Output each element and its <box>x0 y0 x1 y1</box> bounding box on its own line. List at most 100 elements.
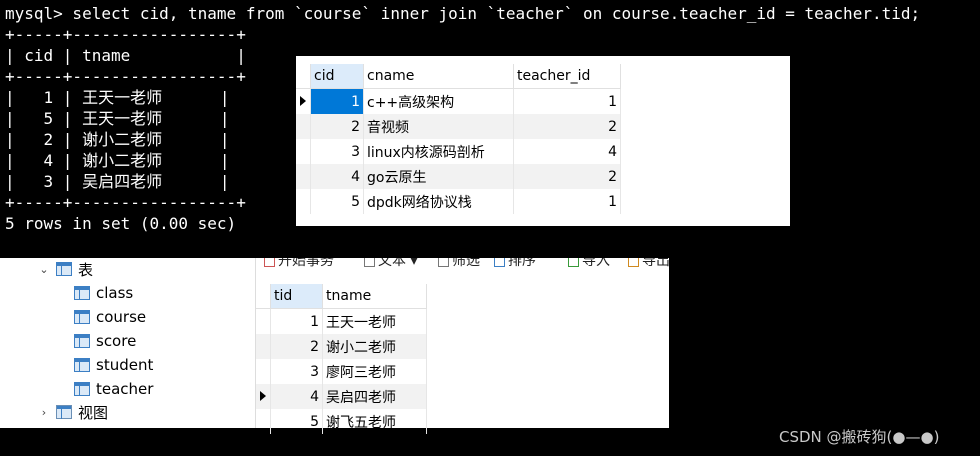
cell-tname[interactable]: 廖阿三老师 <box>322 359 427 384</box>
cell-tname[interactable]: 吴启四老师 <box>322 384 427 409</box>
tree-group-label: 视图 <box>78 403 109 422</box>
cell-cid[interactable]: 3 <box>310 139 364 164</box>
cell-teacher-id[interactable]: 4 <box>513 139 621 164</box>
teacher-table: tid tname 1 王天一老师 2 谢小二老师 3 廖阿三老师 4 吴启四老… <box>256 284 427 434</box>
cell-tid[interactable]: 3 <box>270 359 323 384</box>
object-tree: ⌄ 表 class course score student teacher ›… <box>0 258 255 428</box>
terminal-line-row: | 5 | 王天一老师 | <box>5 109 230 128</box>
cell-cid[interactable]: 4 <box>310 164 364 189</box>
terminal-line-header: | cid | tname | <box>5 46 246 65</box>
cell-cid[interactable]: 1 <box>310 88 364 114</box>
cell-cid[interactable]: 5 <box>310 189 364 214</box>
cell-teacher-id[interactable]: 1 <box>513 88 621 114</box>
filter-button[interactable]: 筛选 <box>438 258 480 270</box>
table-row[interactable]: 3 linux内核源码剖析 4 <box>296 139 621 164</box>
begin-transaction-button[interactable]: 开始事务 <box>264 258 334 270</box>
chevron-right-icon[interactable]: › <box>38 406 50 419</box>
row-indicator[interactable] <box>256 359 271 384</box>
terminal-line-summary: 5 rows in set (0.00 sec) <box>5 214 237 233</box>
tree-item-course[interactable]: course <box>74 306 146 328</box>
column-header-cid[interactable]: cid <box>310 64 364 89</box>
cell-teacher-id[interactable]: 2 <box>513 164 621 189</box>
row-indicator[interactable] <box>256 308 271 334</box>
tree-item-label: student <box>96 356 154 374</box>
tree-item-teacher[interactable]: teacher <box>74 378 153 400</box>
tree-item-student[interactable]: student <box>74 354 153 376</box>
button-label: 筛选 <box>452 258 480 269</box>
tree-item-label: class <box>96 284 134 302</box>
import-button[interactable]: 导入 <box>568 258 610 270</box>
cell-tid[interactable]: 2 <box>270 334 323 359</box>
table-icon <box>56 262 72 276</box>
row-indicator[interactable] <box>296 139 311 164</box>
chevron-down-icon[interactable]: ⌄ <box>38 263 50 276</box>
cell-cname[interactable]: go云原生 <box>363 164 514 189</box>
row-indicator[interactable] <box>296 114 311 139</box>
button-label: 排序 <box>508 258 536 269</box>
button-label: 文本 <box>378 258 406 269</box>
text-button[interactable]: 文本 ▾ <box>364 258 417 270</box>
terminal-line-query: mysql> select cid, tname from `course` i… <box>5 4 921 23</box>
sort-button[interactable]: 排序 <box>494 258 536 270</box>
button-label: 开始事务 <box>278 258 334 269</box>
row-indicator[interactable] <box>296 88 311 114</box>
terminal-line-row: | 4 | 谢小二老师 | <box>5 151 230 170</box>
table-row[interactable]: 2 谢小二老师 <box>256 334 427 359</box>
export-button[interactable]: 导出 <box>628 258 669 270</box>
column-header-tname[interactable]: tname <box>322 284 427 309</box>
export-icon <box>628 258 639 267</box>
table-row[interactable]: 5 dpdk网络协议栈 1 <box>296 189 621 214</box>
row-indicator[interactable] <box>296 189 311 214</box>
column-header-tid[interactable]: tid <box>270 284 323 309</box>
table-icon <box>74 286 90 300</box>
tree-item-score[interactable]: score <box>74 330 136 352</box>
tree-group-views[interactable]: › 视图 <box>38 401 108 423</box>
cell-cname[interactable]: 音视频 <box>363 114 514 139</box>
transaction-icon <box>264 258 275 267</box>
column-header-teacher-id[interactable]: teacher_id <box>513 64 621 89</box>
column-header-cname[interactable]: cname <box>363 64 514 89</box>
cell-cname[interactable]: linux内核源码剖析 <box>363 139 514 164</box>
row-indicator[interactable] <box>256 384 271 409</box>
table-icon <box>74 358 90 372</box>
button-label: 导入 <box>582 258 610 269</box>
row-header-corner <box>296 64 311 89</box>
table-icon <box>74 310 90 324</box>
table-row[interactable]: 5 谢飞五老师 <box>256 409 427 434</box>
terminal-line-row: | 3 | 吴启四老师 | <box>5 172 230 191</box>
button-label: 导出 <box>642 258 669 269</box>
row-indicator[interactable] <box>256 409 271 434</box>
table-icon <box>74 382 90 396</box>
row-header-corner <box>256 284 271 309</box>
table-row[interactable]: 1 c++高级架构 1 <box>296 88 621 114</box>
row-indicator[interactable] <box>256 334 271 359</box>
cell-cname[interactable]: dpdk网络协议栈 <box>363 189 514 214</box>
table-row[interactable]: 4 go云原生 2 <box>296 164 621 189</box>
table-row[interactable]: 2 音视频 2 <box>296 114 621 139</box>
table-row[interactable]: 3 廖阿三老师 <box>256 359 427 384</box>
tree-group-label: 表 <box>78 260 94 279</box>
table-row[interactable]: 4 吴启四老师 <box>256 384 427 409</box>
cell-tname[interactable]: 谢飞五老师 <box>322 409 427 434</box>
table-row[interactable]: 1 王天一老师 <box>256 308 427 334</box>
watermark: CSDN @搬砖狗(●—●) <box>779 428 940 446</box>
cell-teacher-id[interactable]: 2 <box>513 114 621 139</box>
filter-icon <box>438 258 449 267</box>
cell-tname[interactable]: 谢小二老师 <box>322 334 427 359</box>
tree-item-class[interactable]: class <box>74 282 133 304</box>
course-table: cid cname teacher_id 1 c++高级架构 1 2 音视频 2… <box>296 64 621 214</box>
row-indicator[interactable] <box>296 164 311 189</box>
cell-tid[interactable]: 4 <box>270 384 323 409</box>
cell-cid[interactable]: 2 <box>310 114 364 139</box>
terminal-line-border: +-----+-----------------+ <box>5 67 246 86</box>
cell-tname[interactable]: 王天一老师 <box>322 308 427 334</box>
cell-tid[interactable]: 1 <box>270 308 323 334</box>
cell-cname[interactable]: c++高级架构 <box>363 88 514 114</box>
grid-toolbar: 开始事务 文本 ▾ 筛选 排序 导入 导出 <box>255 258 669 270</box>
cell-tid[interactable]: 5 <box>270 409 323 434</box>
tree-group-tables[interactable]: ⌄ 表 <box>38 258 93 280</box>
view-icon <box>56 405 72 419</box>
sort-icon <box>494 258 505 267</box>
cell-teacher-id[interactable]: 1 <box>513 189 621 214</box>
course-data-grid: cid cname teacher_id 1 c++高级架构 1 2 音视频 2… <box>296 56 790 226</box>
